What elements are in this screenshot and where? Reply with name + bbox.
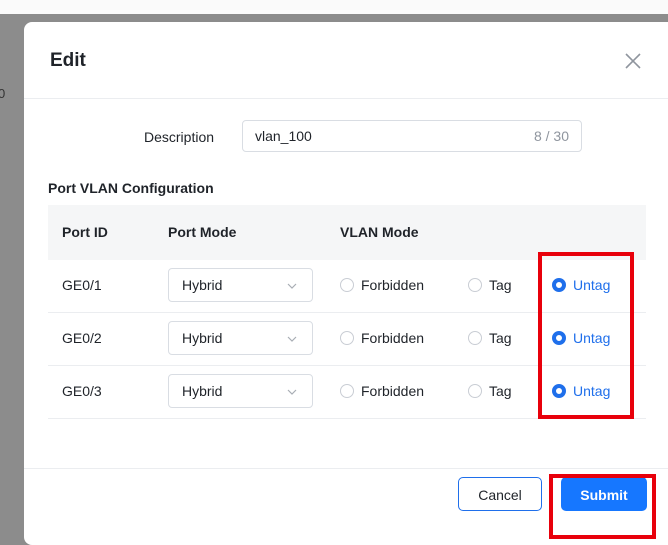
chevron-down-icon (287, 336, 297, 342)
description-label: Description (144, 129, 215, 145)
port-mode-value: Hybrid (182, 330, 223, 346)
edit-modal: Edit Description 8 / 30 Port VLAN Config… (24, 22, 668, 545)
chevron-down-icon (287, 283, 297, 289)
port-id: GE0/1 (62, 277, 102, 293)
description-field[interactable]: 8 / 30 (242, 120, 582, 152)
table-header: Port ID Port Mode VLAN Mode (48, 205, 646, 260)
port-vlan-section-title: Port VLAN Configuration (48, 180, 214, 196)
radio-circle (468, 331, 482, 345)
radio-circle-checked (552, 384, 566, 398)
radio-circle (340, 278, 354, 292)
port-vlan-table: Port ID Port Mode VLAN Mode GE0/1 Hybrid… (48, 205, 646, 419)
radio-label-tag: Tag (489, 383, 512, 399)
radio-circle (340, 384, 354, 398)
close-x-icon (625, 53, 641, 69)
radio-label-forbidden: Forbidden (361, 330, 425, 346)
radio-label-untag: Untag (573, 383, 611, 399)
radio-circle (468, 278, 482, 292)
chevron-down-icon (287, 389, 297, 395)
background-text: 0 (0, 86, 6, 101)
port-mode-select[interactable]: Hybrid (168, 321, 313, 355)
port-mode-value: Hybrid (182, 383, 223, 399)
radio-circle-checked (552, 278, 566, 292)
submit-button[interactable]: Submit (561, 477, 647, 511)
port-id: GE0/2 (62, 330, 102, 346)
radio-circle-checked (552, 331, 566, 345)
port-mode-select[interactable]: Hybrid (168, 374, 313, 408)
column-header-port-id: Port ID (62, 224, 108, 240)
table-row: GE0/1 Hybrid Forbidden Tag Untag (48, 260, 646, 313)
port-mode-select[interactable]: Hybrid (168, 268, 313, 302)
radio-circle (340, 331, 354, 345)
table-row: GE0/2 Hybrid Forbidden Tag Untag (48, 313, 646, 366)
table-row: GE0/3 Hybrid Forbidden Tag Untag (48, 366, 646, 419)
radio-label-untag: Untag (573, 330, 611, 346)
port-id: GE0/3 (62, 383, 102, 399)
radio-label-forbidden: Forbidden (361, 277, 425, 293)
column-header-vlan-mode: VLAN Mode (340, 224, 419, 240)
modal-title: Edit (50, 50, 86, 71)
column-header-port-mode: Port Mode (168, 224, 237, 240)
radio-label-untag: Untag (573, 277, 611, 293)
footer-divider (24, 468, 668, 469)
modal-header: Edit (24, 22, 668, 99)
radio-label-forbidden: Forbidden (361, 383, 425, 399)
cancel-button[interactable]: Cancel (458, 477, 542, 511)
description-input[interactable] (255, 127, 515, 145)
port-mode-value: Hybrid (182, 277, 223, 293)
description-char-counter: 8 / 30 (533, 128, 569, 144)
close-button[interactable] (622, 50, 644, 72)
background-page-strip (0, 0, 668, 14)
radio-circle (468, 384, 482, 398)
radio-label-tag: Tag (489, 277, 512, 293)
radio-label-tag: Tag (489, 330, 512, 346)
